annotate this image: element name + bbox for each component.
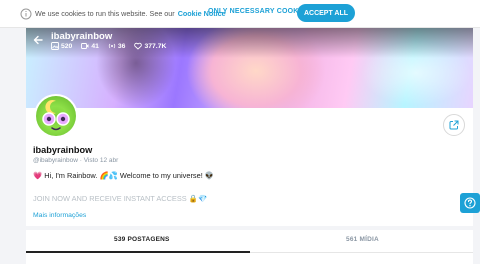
- avatar-image: [42, 100, 70, 131]
- bio-line-1: 💗 Hi, I'm Rainbow. 🌈💦 Welcome to my univ…: [33, 171, 215, 180]
- avatar[interactable]: [34, 94, 78, 138]
- cover-username: ibabyrainbow: [51, 31, 113, 42]
- question-icon: [464, 197, 476, 209]
- stat-likes-count: 377.7K: [144, 42, 167, 50]
- separator: ·: [79, 157, 82, 164]
- profile-card: ibabyrainbow 520 41 36 377.7K ibabyrainb…: [26, 28, 473, 264]
- video-icon: [81, 43, 89, 49]
- active-tab-indicator: [26, 251, 250, 253]
- bio-line-2: JOIN NOW AND RECEIVE INSTANT ACCESS 🔒💎: [33, 194, 208, 203]
- share-icon: [449, 120, 459, 130]
- only-necessary-cookies-button[interactable]: ONLY NECESSARY COOKIES: [208, 8, 310, 15]
- handle-line: @ibabyrainbow · Visto 12 abr: [33, 157, 118, 164]
- back-arrow-icon[interactable]: [32, 34, 44, 46]
- tab-underline: [250, 252, 473, 253]
- heart-icon: [134, 42, 143, 50]
- image-icon: [51, 42, 59, 50]
- stat-likes: 377.7K: [134, 42, 166, 50]
- stat-photos-count: 520: [61, 42, 73, 50]
- stat-videos-count: 41: [91, 42, 99, 50]
- cookie-message: We use cookies to run this website. See …: [35, 9, 175, 18]
- more-info-link[interactable]: Mais informações: [33, 212, 86, 219]
- profile-stats: 520 41 36 377.7K: [51, 42, 166, 50]
- stat-streams: 36: [108, 42, 126, 50]
- tab-media[interactable]: 561 MÍDIA: [346, 236, 379, 243]
- stat-photos: 520: [51, 42, 72, 50]
- accept-all-button[interactable]: ACCEPT ALL: [297, 4, 355, 22]
- cover-image: ibabyrainbow 520 41 36 377.7K: [26, 28, 473, 108]
- stat-streams-count: 36: [117, 42, 126, 50]
- cookie-banner: We use cookies to run this website. See …: [0, 0, 480, 28]
- display-name: ibabyrainbow: [33, 145, 93, 155]
- info-icon: [20, 8, 32, 19]
- help-button[interactable]: [460, 193, 480, 213]
- tab-posts[interactable]: 539 POSTAGENS: [114, 236, 170, 243]
- last-seen: Visto 12 abr: [83, 157, 119, 164]
- share-button[interactable]: [443, 114, 465, 136]
- broadcast-icon: [108, 43, 116, 49]
- handle: @ibabyrainbow: [33, 157, 78, 164]
- section-divider: [26, 226, 473, 230]
- stat-videos: 41: [81, 42, 99, 50]
